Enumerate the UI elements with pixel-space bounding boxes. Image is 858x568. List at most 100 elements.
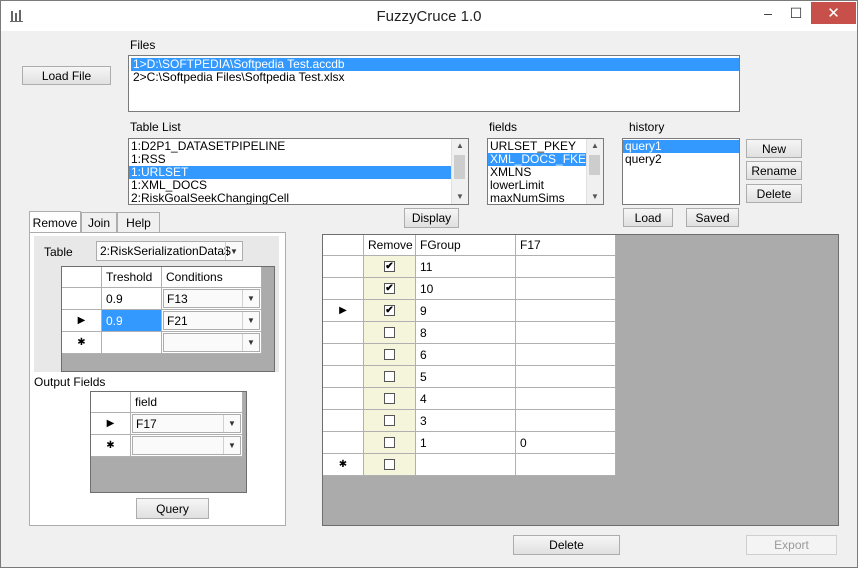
checkbox-unchecked[interactable] (384, 415, 395, 426)
tab-remove[interactable]: Remove (29, 211, 81, 233)
row-marker[interactable]: ✱ (91, 435, 131, 457)
remove-cell[interactable] (364, 322, 416, 344)
column-header-remove[interactable]: Remove (364, 235, 416, 256)
row-marker[interactable] (323, 256, 364, 278)
f17-cell[interactable] (516, 388, 616, 410)
checkbox-unchecked[interactable] (384, 393, 395, 404)
column-header-conditions[interactable]: Conditions (162, 267, 262, 288)
chevron-down-icon[interactable]: ▼ (242, 334, 259, 351)
checkbox-unchecked[interactable] (384, 349, 395, 360)
fields-listbox[interactable]: URLSET_PKEY XML_DOCS_FKEY XMLNS lowerLim… (487, 138, 604, 205)
condition-cell[interactable]: ▼ (162, 332, 262, 354)
chevron-down-icon[interactable]: ▼ (242, 312, 259, 329)
f17-cell[interactable] (516, 454, 616, 476)
row-marker[interactable] (323, 344, 364, 366)
delete-button[interactable]: Delete (513, 535, 620, 555)
f17-cell[interactable] (516, 322, 616, 344)
fgroup-cell[interactable]: 4 (416, 388, 516, 410)
scroll-up-icon[interactable]: ▲ (587, 139, 603, 153)
table-select[interactable]: 2:RiskSerializationData$ ▼ (96, 241, 243, 261)
condition-cell[interactable]: F13 ▼ (162, 288, 262, 310)
scroll-down-icon[interactable]: ▼ (587, 190, 603, 204)
row-marker[interactable]: ▶ (62, 310, 102, 332)
column-header-f17[interactable]: F17 (516, 235, 616, 256)
column-header-field[interactable]: field (131, 392, 243, 413)
f17-cell[interactable] (516, 410, 616, 432)
export-button[interactable]: Export (746, 535, 837, 555)
row-marker[interactable]: ▶ (91, 413, 131, 435)
remove-cell[interactable] (364, 454, 416, 476)
history-listbox[interactable]: query1 query2 (622, 138, 740, 205)
minimize-button[interactable]: – (753, 2, 783, 24)
condition-select[interactable]: F13 ▼ (163, 289, 260, 308)
query-button[interactable]: Query (136, 498, 209, 519)
files-listbox[interactable]: 1>D:\SOFTPEDIA\Softpedia Test.accdb 2>C:… (128, 55, 740, 112)
field-cell[interactable]: F17 ▼ (131, 413, 243, 435)
remove-cell[interactable] (364, 388, 416, 410)
table-list-item[interactable]: 2:RiskGoalSeekChangingCell (129, 192, 468, 205)
row-marker[interactable]: ✱ (62, 332, 102, 354)
f17-cell[interactable] (516, 256, 616, 278)
table-list-scrollbar[interactable]: ▲ ▼ (451, 139, 468, 204)
chevron-down-icon[interactable]: ▼ (242, 290, 259, 307)
condition-select[interactable]: ▼ (163, 333, 260, 352)
table-listbox[interactable]: 1:D2P1_DATASETPIPELINE 1:RSS 1:URLSET 1:… (128, 138, 469, 205)
fgroup-cell[interactable]: 6 (416, 344, 516, 366)
field-select[interactable]: ▼ (132, 436, 241, 455)
f17-cell[interactable]: 0 (516, 432, 616, 454)
rename-query-button[interactable]: Rename (746, 161, 802, 180)
treshold-cell[interactable] (102, 332, 162, 354)
file-item[interactable]: 2>C:\Softpedia Files\Softpedia Test.xlsx (131, 71, 739, 84)
fgroup-cell[interactable]: 9 (416, 300, 516, 322)
treshold-cell[interactable]: 0.9 (102, 310, 162, 332)
chevron-down-icon[interactable]: ▼ (223, 437, 240, 454)
maximize-button[interactable]: ☐ (783, 2, 809, 24)
fgroup-cell[interactable]: 8 (416, 322, 516, 344)
row-marker[interactable]: ▶ (323, 300, 364, 322)
remove-cell[interactable] (364, 344, 416, 366)
fgroup-cell[interactable]: 11 (416, 256, 516, 278)
fgroup-cell[interactable]: 5 (416, 366, 516, 388)
row-marker[interactable] (323, 432, 364, 454)
f17-cell[interactable] (516, 344, 616, 366)
saved-query-button[interactable]: Saved (686, 208, 739, 227)
row-marker[interactable] (323, 410, 364, 432)
f17-cell[interactable] (516, 300, 616, 322)
remove-cell[interactable] (364, 410, 416, 432)
column-header-fgroup[interactable]: FGroup (416, 235, 516, 256)
column-header-treshold[interactable]: Treshold (102, 267, 162, 288)
remove-cell[interactable]: ✔ (364, 300, 416, 322)
row-marker[interactable] (323, 388, 364, 410)
scroll-down-icon[interactable]: ▼ (452, 190, 468, 204)
fgroup-cell[interactable]: 3 (416, 410, 516, 432)
history-item[interactable]: query2 (623, 153, 739, 166)
checkbox-checked[interactable]: ✔ (384, 261, 395, 272)
remove-cell[interactable]: ✔ (364, 256, 416, 278)
chevron-down-icon[interactable]: ▼ (223, 415, 240, 432)
load-query-button[interactable]: Load (623, 208, 673, 227)
new-query-button[interactable]: New (746, 139, 802, 158)
fgroup-cell[interactable]: 1 (416, 432, 516, 454)
remove-cell[interactable] (364, 432, 416, 454)
remove-cell[interactable]: ✔ (364, 278, 416, 300)
checkbox-unchecked[interactable] (384, 437, 395, 448)
chevron-down-icon[interactable]: ▼ (225, 242, 242, 260)
checkbox-checked[interactable]: ✔ (384, 305, 395, 316)
row-marker[interactable] (323, 278, 364, 300)
display-button[interactable]: Display (404, 208, 459, 228)
fgroup-cell[interactable]: 10 (416, 278, 516, 300)
row-marker[interactable]: ✱ (323, 454, 364, 476)
checkbox-unchecked[interactable] (384, 459, 395, 470)
scroll-thumb[interactable] (454, 155, 465, 179)
checkbox-unchecked[interactable] (384, 327, 395, 338)
condition-select[interactable]: F21 ▼ (163, 311, 260, 330)
row-marker[interactable] (62, 288, 102, 310)
fgroup-cell[interactable] (416, 454, 516, 476)
checkbox-unchecked[interactable] (384, 371, 395, 382)
tab-join[interactable]: Join (81, 212, 117, 232)
f17-cell[interactable] (516, 278, 616, 300)
treshold-cell[interactable]: 0.9 (102, 288, 162, 310)
fields-scrollbar[interactable]: ▲ ▼ (586, 139, 603, 204)
condition-cell[interactable]: F21 ▼ (162, 310, 262, 332)
delete-query-button[interactable]: Delete (746, 184, 802, 203)
